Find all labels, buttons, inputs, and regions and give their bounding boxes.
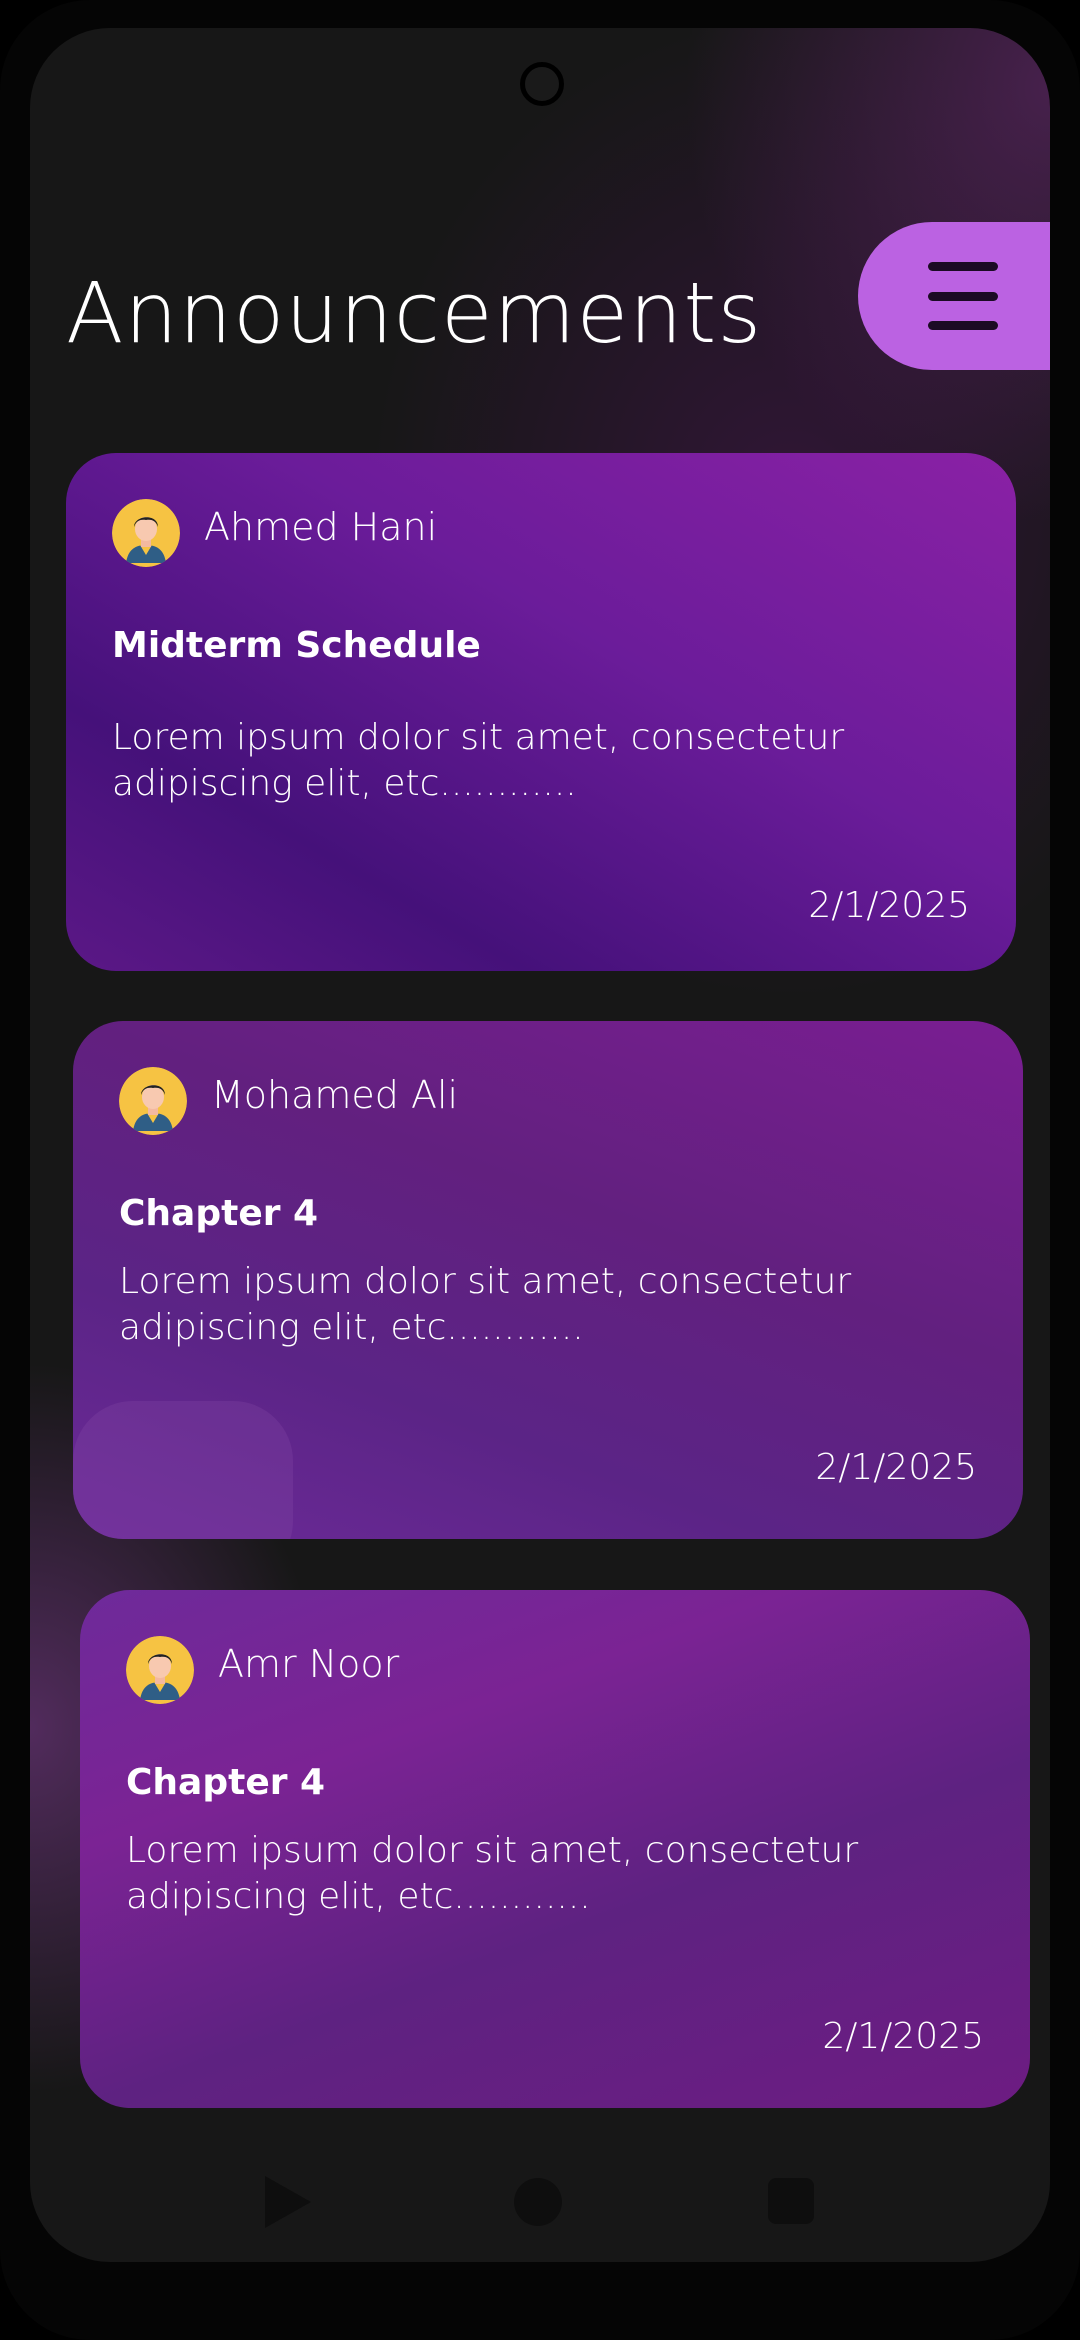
announcement-card[interactable]: Ahmed Hani Midterm Schedule Lorem ipsum … xyxy=(66,453,1016,971)
announcement-subject: Midterm Schedule xyxy=(112,625,481,666)
user-avatar-icon xyxy=(119,1067,187,1135)
announcement-date: 2/1/2025 xyxy=(822,2016,984,2057)
card-highlight xyxy=(73,1401,293,1539)
announcement-body: Lorem ipsum dolor sit amet, consectetur … xyxy=(112,717,845,804)
announcement-subject: Chapter 4 xyxy=(119,1193,319,1234)
phone-frame: Announcements Ahmed Hani Midterm Schedul… xyxy=(0,0,1080,2340)
app-screen: Announcements Ahmed Hani Midterm Schedul… xyxy=(30,28,1050,2262)
system-nav-bar xyxy=(30,2158,1050,2258)
recents-square-icon[interactable] xyxy=(768,2178,814,2224)
hamburger-menu-icon xyxy=(928,262,998,330)
back-triangle-icon[interactable] xyxy=(265,2176,311,2228)
home-circle-icon[interactable] xyxy=(514,2178,562,2226)
announcement-date: 2/1/2025 xyxy=(815,1447,977,1488)
user-avatar-icon xyxy=(126,1636,194,1704)
announcement-body: Lorem ipsum dolor sit amet, consectetur … xyxy=(126,1830,859,1917)
camera-cutout xyxy=(520,62,564,106)
announcement-card[interactable]: Amr Noor Chapter 4 Lorem ipsum dolor sit… xyxy=(80,1590,1030,2108)
announcement-date: 2/1/2025 xyxy=(808,885,970,926)
announcement-subject: Chapter 4 xyxy=(126,1762,326,1803)
author-name: Mohamed Ali xyxy=(211,1073,459,1117)
announcement-body: Lorem ipsum dolor sit amet, consectetur … xyxy=(119,1261,852,1348)
author-name: Ahmed Hani xyxy=(204,505,438,549)
menu-button[interactable] xyxy=(858,222,1050,370)
author-name: Amr Noor xyxy=(218,1642,400,1686)
page-title: Announcements xyxy=(66,264,763,362)
announcement-card[interactable]: Mohamed Ali Chapter 4 Lorem ipsum dolor … xyxy=(73,1021,1023,1539)
user-avatar-icon xyxy=(112,499,180,567)
